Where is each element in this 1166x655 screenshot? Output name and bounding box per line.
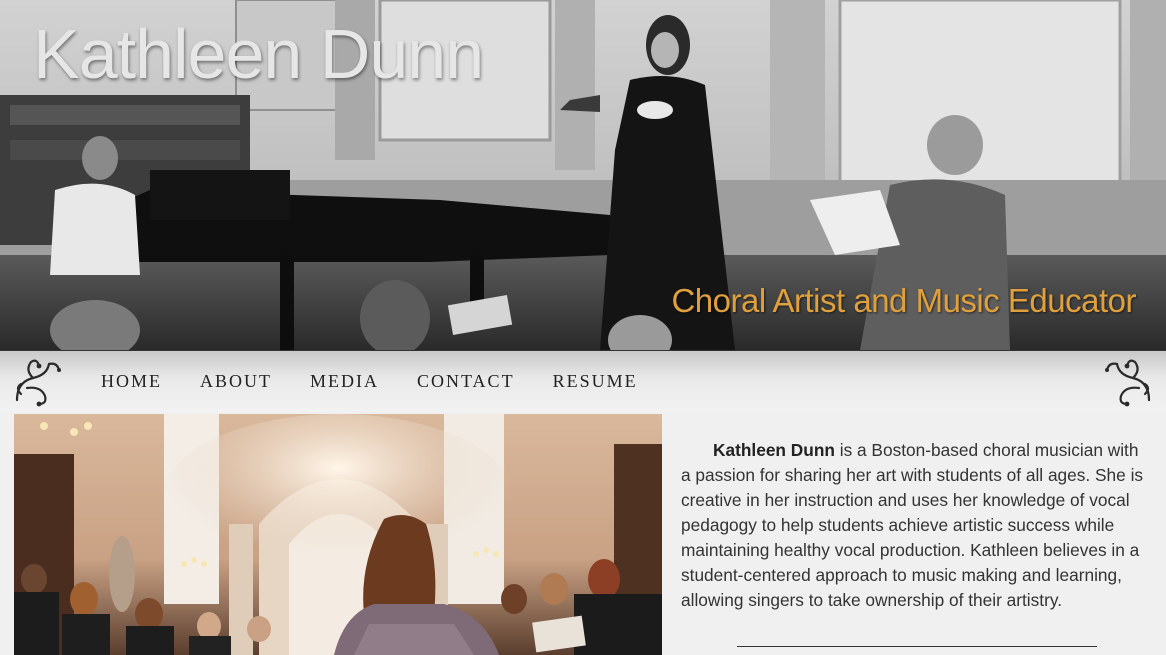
choir-photo-image	[14, 414, 662, 655]
nav-contact[interactable]: CONTACT	[417, 371, 515, 392]
nav-links: HOME ABOUT MEDIA CONTACT RESUME	[101, 371, 676, 392]
flourish-ornament-icon	[15, 359, 61, 407]
nav-resume[interactable]: RESUME	[553, 371, 638, 392]
hero-banner: Kathleen Dunn Choral Artist and Music Ed…	[0, 0, 1166, 350]
bio-text: is a Boston-based choral musician with a…	[681, 440, 1144, 610]
page: Kathleen Dunn Choral Artist and Music Ed…	[0, 0, 1166, 655]
flourish-ornament-icon	[1105, 359, 1151, 407]
bio-name: Kathleen Dunn	[713, 440, 835, 460]
main-nav: HOME ABOUT MEDIA CONTACT RESUME	[0, 350, 1166, 412]
site-title: Kathleen Dunn	[33, 15, 484, 93]
section-divider	[737, 646, 1097, 647]
nav-home[interactable]: HOME	[101, 371, 162, 392]
site-tagline: Choral Artist and Music Educator	[671, 282, 1136, 319]
choir-photo	[14, 414, 662, 655]
nav-about[interactable]: ABOUT	[200, 371, 272, 392]
bio-paragraph: Kathleen Dunn is a Boston-based choral m…	[681, 438, 1151, 613]
nav-media[interactable]: MEDIA	[310, 371, 379, 392]
